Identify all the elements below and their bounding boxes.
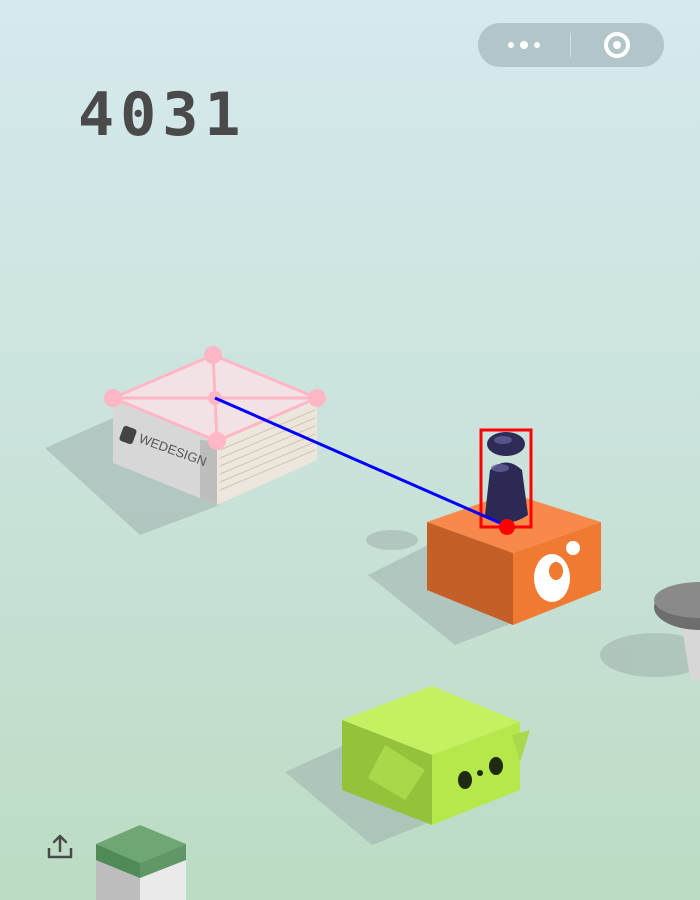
target-ring-icon	[604, 32, 630, 58]
close-button[interactable]	[571, 23, 663, 67]
score-display: 4031	[78, 80, 247, 150]
more-dots-icon	[505, 41, 543, 49]
share-upload-icon	[47, 834, 73, 859]
white-green-block	[96, 825, 186, 900]
share-button[interactable]	[44, 832, 76, 864]
mini-program-capsule	[478, 23, 664, 67]
player-anchor-point	[499, 519, 515, 535]
player-piece	[485, 432, 528, 523]
more-button[interactable]	[478, 23, 570, 67]
